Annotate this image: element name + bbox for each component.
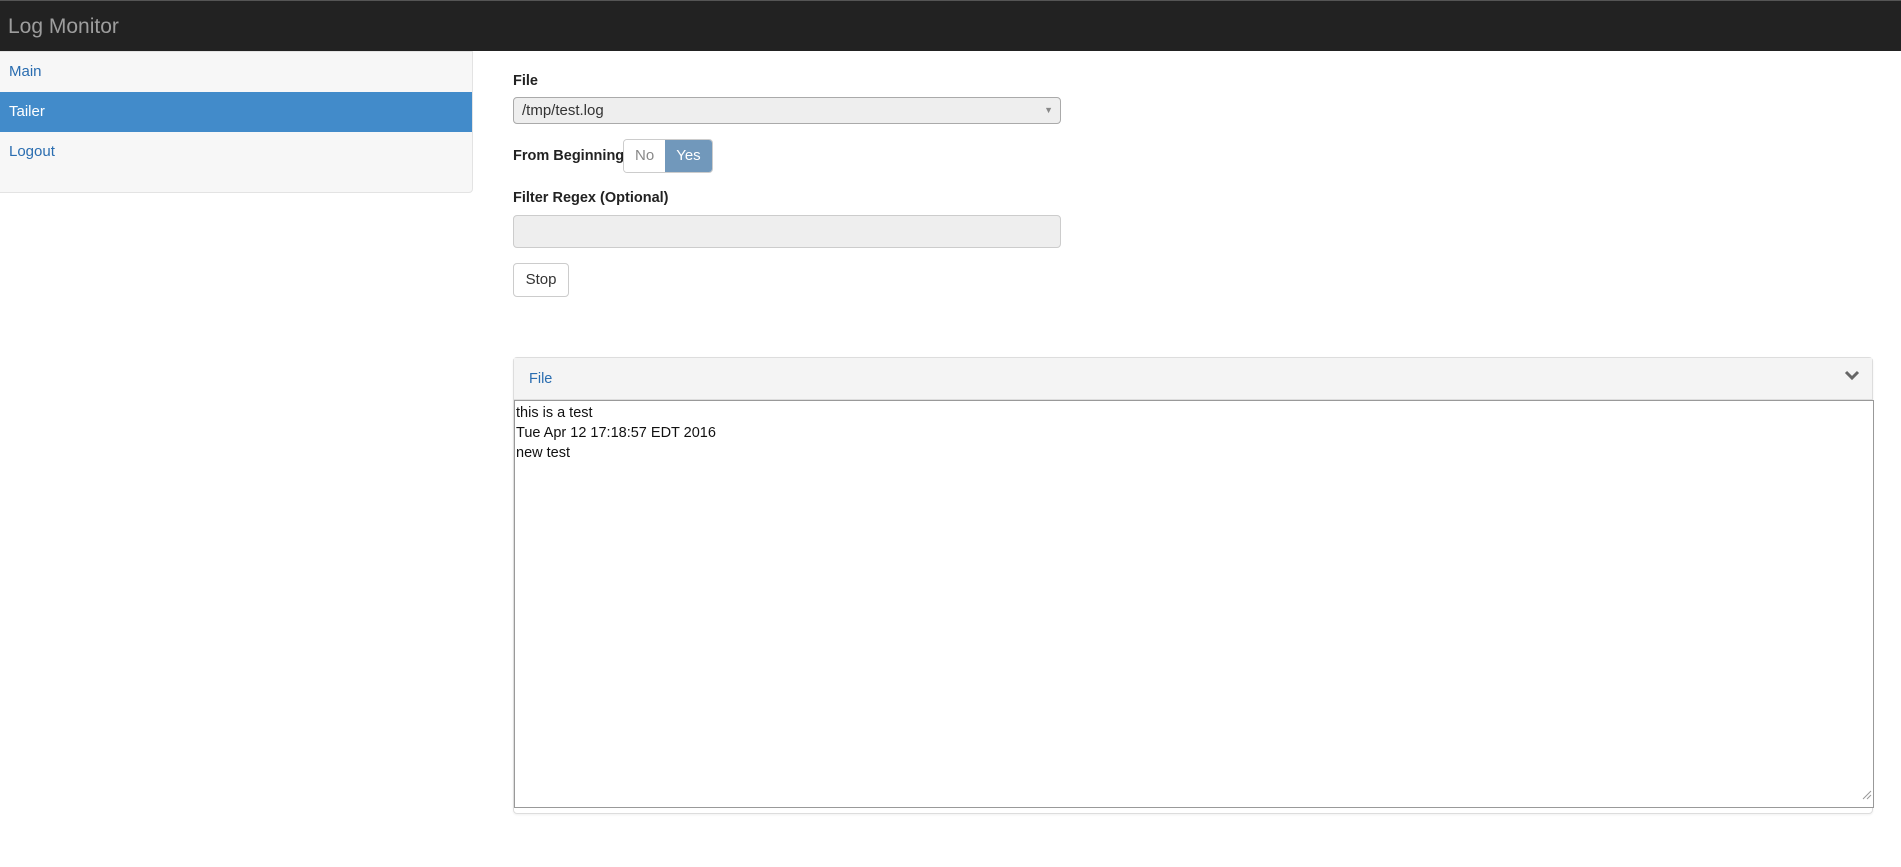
log-line: Tue Apr 12 17:18:57 EDT 2016 — [516, 425, 716, 441]
file-select-value: /tmp/test.log — [522, 102, 604, 119]
log-output-textarea[interactable]: this is a test Tue Apr 12 17:18:57 EDT 2… — [514, 400, 1874, 808]
filter-regex-label: Filter Regex (Optional) — [513, 190, 669, 206]
panel-header[interactable]: File — [514, 358, 1872, 400]
brand-title[interactable]: Log Monitor — [8, 15, 119, 39]
from-beginning-toggle[interactable]: No Yes — [623, 139, 713, 173]
toggle-option-no[interactable]: No — [624, 140, 666, 172]
dropdown-caret-icon: ▼ — [1044, 105, 1053, 115]
sidebar-item-main[interactable]: Main — [0, 52, 472, 92]
file-label: File — [513, 73, 538, 89]
from-beginning-label: From Beginning — [513, 148, 625, 164]
file-panel: File this is a test Tue Apr 12 17:18:57 … — [513, 357, 1874, 814]
sidebar-item-tailer[interactable]: Tailer — [0, 92, 472, 132]
sidebar-item-logout[interactable]: Logout — [0, 132, 472, 172]
chevron-down-icon[interactable] — [1844, 368, 1860, 386]
file-select[interactable]: /tmp/test.log ▼ — [513, 97, 1061, 124]
log-line: new test — [516, 445, 570, 461]
navbar: Log Monitor — [0, 0, 1901, 51]
sidebar: Main Tailer Logout — [0, 51, 473, 193]
log-line: this is a test — [516, 405, 593, 421]
panel-title[interactable]: File — [529, 371, 552, 387]
toggle-option-yes[interactable]: Yes — [665, 140, 712, 172]
resize-grip-icon[interactable] — [1860, 786, 1872, 806]
stop-button[interactable]: Stop — [513, 263, 569, 297]
filter-regex-input[interactable] — [513, 215, 1061, 248]
